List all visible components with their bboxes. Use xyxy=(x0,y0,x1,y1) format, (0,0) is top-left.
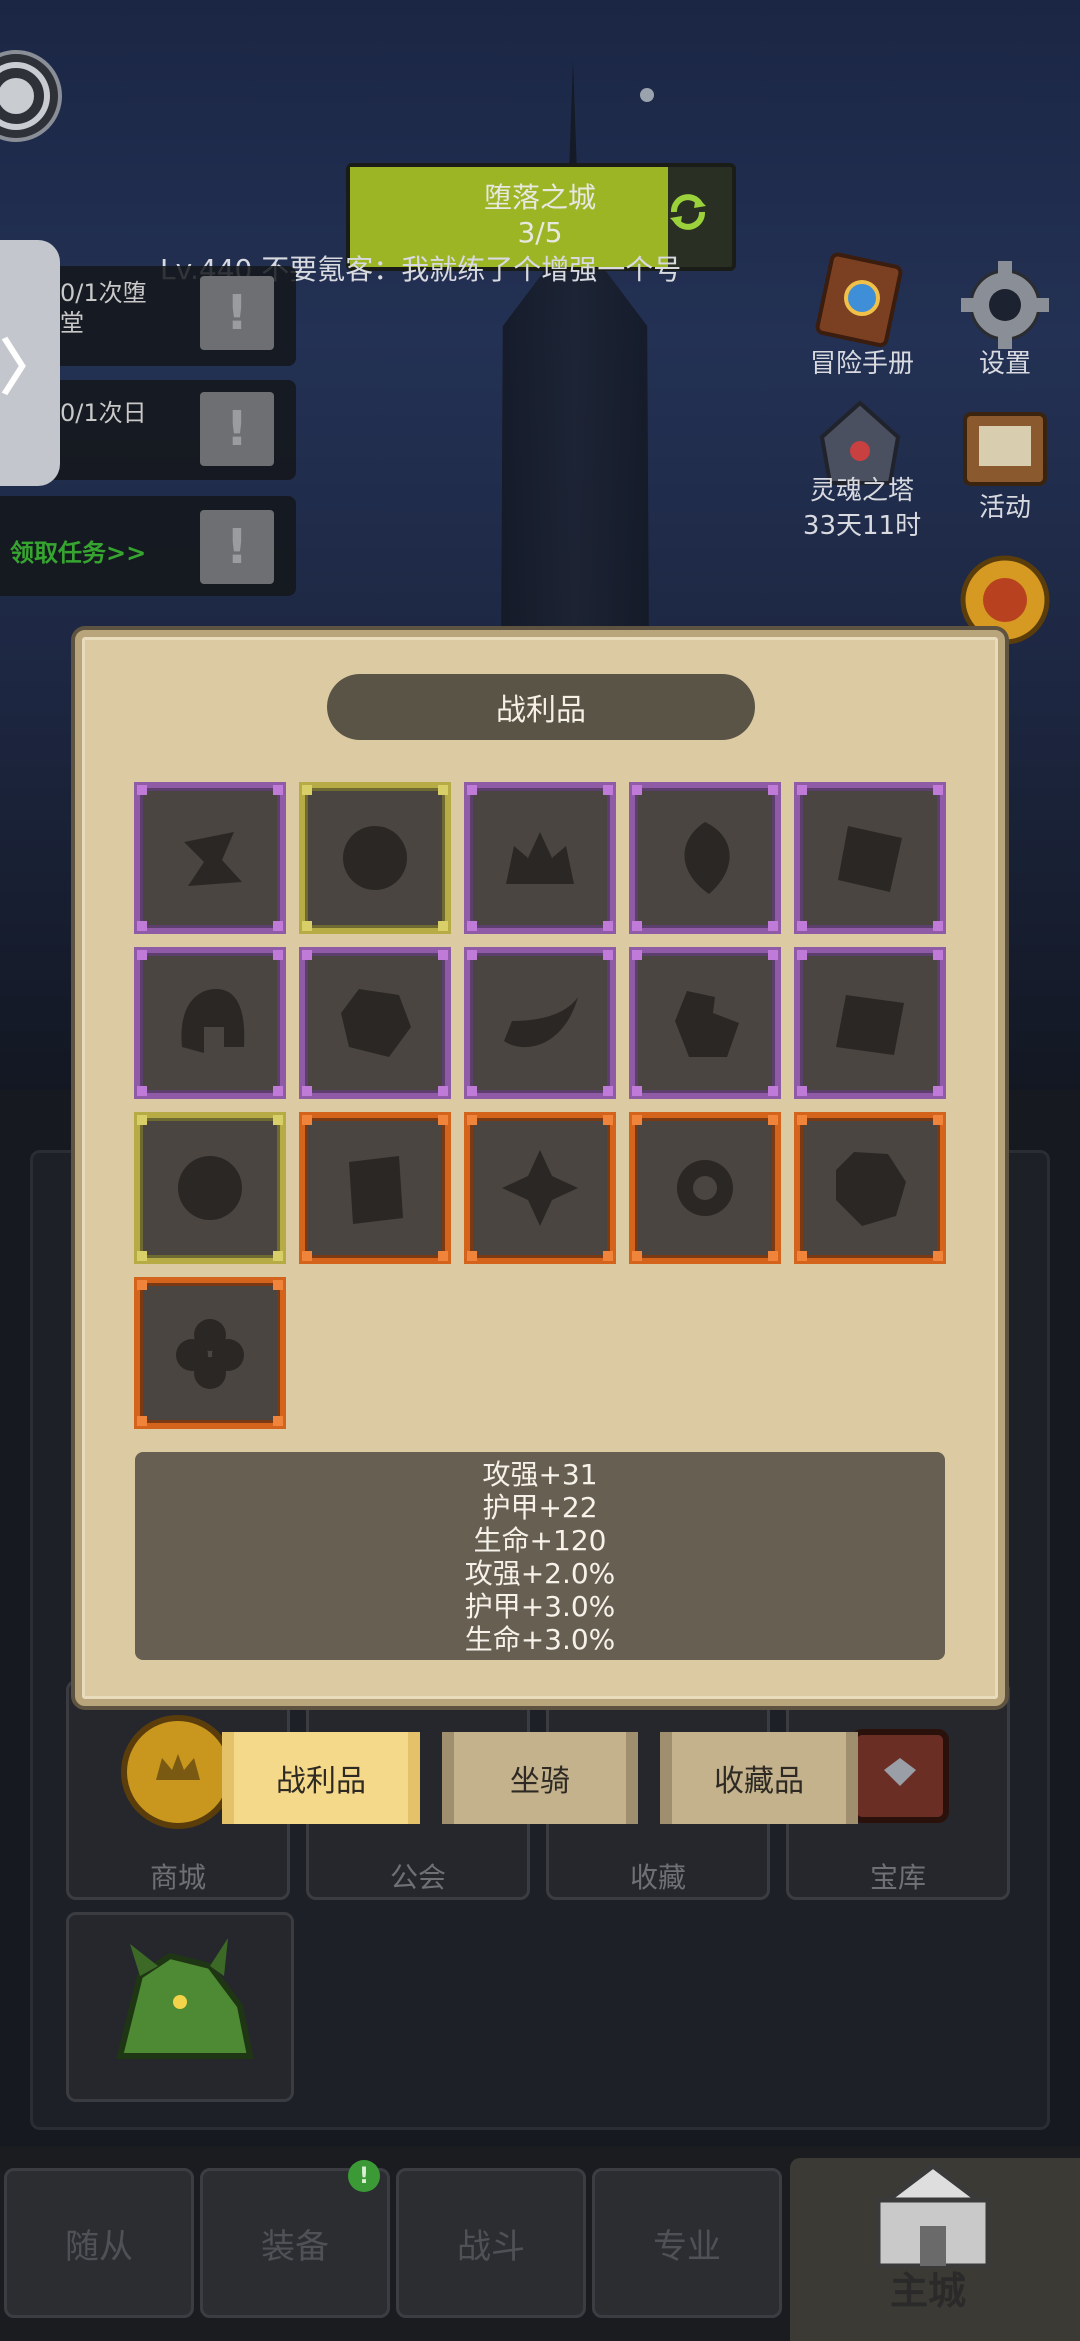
settings-label: 设置 xyxy=(978,349,1031,379)
events-board-icon[interactable] xyxy=(955,400,1055,500)
quest-text-line: 0/1次堕 xyxy=(60,279,147,307)
gear-icon xyxy=(0,68,44,124)
exclamation-icon: ! xyxy=(200,510,274,584)
ring-icon xyxy=(677,1160,733,1216)
quest-text: 0/1次堕 堂 xyxy=(60,278,147,338)
round-shield-icon xyxy=(343,826,407,890)
loot-item-tile[interactable] xyxy=(299,1112,451,1264)
notification-badge: ! xyxy=(348,2160,380,2192)
gem-icon xyxy=(341,989,411,1057)
stat-line: 攻强+2.0% xyxy=(464,1557,616,1590)
horn-icon xyxy=(504,997,578,1048)
pouch-icon xyxy=(184,832,242,886)
loot-item-tile[interactable] xyxy=(134,782,286,934)
shop-coin-icon xyxy=(121,1715,235,1829)
stat-line: 生命+3.0% xyxy=(464,1623,616,1656)
adventure-manual-icon[interactable] xyxy=(810,250,910,350)
scroll-icon xyxy=(836,995,904,1055)
dragon-portrait-icon xyxy=(116,1938,254,2059)
stat-line: 生命+120 xyxy=(473,1524,607,1557)
settings-icon[interactable] xyxy=(955,255,1055,355)
orb-icon xyxy=(836,1152,906,1226)
nav-battle[interactable]: 战斗 xyxy=(396,2168,586,2318)
loot-item-tile[interactable] xyxy=(464,1112,616,1264)
exclamation-icon: ! xyxy=(200,276,274,350)
book-icon xyxy=(838,826,902,892)
quest-text-line: 堂 xyxy=(60,309,84,337)
round-shield-icon xyxy=(178,1156,242,1220)
castle-icon xyxy=(875,2162,991,2269)
loot-item-tile[interactable] xyxy=(134,947,286,1099)
vault-chest-icon xyxy=(851,1729,949,1823)
loot-item-tile[interactable] xyxy=(629,947,781,1099)
tab-collectibles[interactable]: 收藏品 xyxy=(660,1732,858,1824)
exclamation-icon: ! xyxy=(200,392,274,466)
star-badge-icon xyxy=(502,1150,578,1226)
loot-item-tile[interactable] xyxy=(134,1112,286,1264)
stat-line: 护甲+3.0% xyxy=(464,1590,616,1623)
nav-profession[interactable]: 专业 xyxy=(592,2168,782,2318)
collection-label: 收藏 xyxy=(629,1861,686,1894)
refresh-icon[interactable] xyxy=(666,190,710,234)
clover-icon xyxy=(176,1319,244,1389)
loot-item-tile[interactable] xyxy=(464,782,616,934)
loot-item-tile[interactable] xyxy=(629,782,781,934)
loot-modal-title: 战利品 xyxy=(327,674,755,740)
loot-stats-box: 攻强+31 护甲+22 生命+120 攻强+2.0% 护甲+3.0% 生命+3.… xyxy=(135,1452,945,1660)
loot-item-tile[interactable] xyxy=(794,782,946,934)
leaf-icon xyxy=(684,822,730,894)
tab-loot[interactable]: 战利品 xyxy=(222,1732,420,1824)
loot-item-tile[interactable] xyxy=(629,1112,781,1264)
loot-item-tile[interactable] xyxy=(794,1112,946,1264)
glove-icon xyxy=(675,991,739,1057)
nav-followers[interactable]: 随从 xyxy=(4,2168,194,2318)
background-moon xyxy=(640,88,654,102)
loot-item-tile[interactable] xyxy=(299,782,451,934)
loot-item-tile[interactable] xyxy=(794,947,946,1099)
loot-item-tile[interactable] xyxy=(134,1277,286,1429)
guild-label: 公会 xyxy=(389,1861,446,1894)
loot-item-tile[interactable] xyxy=(299,947,451,1099)
map-icon xyxy=(349,1156,403,1224)
events-label: 活动 xyxy=(978,493,1031,523)
vault-label: 宝库 xyxy=(869,1861,926,1894)
tab-mounts[interactable]: 坐骑 xyxy=(442,1732,638,1824)
claim-quest-link[interactable]: 领取任务>> xyxy=(10,533,146,568)
shop-label: 商城 xyxy=(149,1861,206,1894)
stat-line: 攻强+31 xyxy=(482,1458,598,1491)
loot-item-tile[interactable] xyxy=(464,947,616,1099)
stat-line: 护甲+22 xyxy=(482,1491,598,1524)
quest-text: 0/1次日 xyxy=(60,399,147,427)
quest-panel-toggle[interactable]: 〉 xyxy=(0,240,60,486)
helmet-icon xyxy=(181,989,245,1053)
nav-main-city-label: 主城 xyxy=(890,2269,967,2313)
crown-icon xyxy=(506,832,574,884)
